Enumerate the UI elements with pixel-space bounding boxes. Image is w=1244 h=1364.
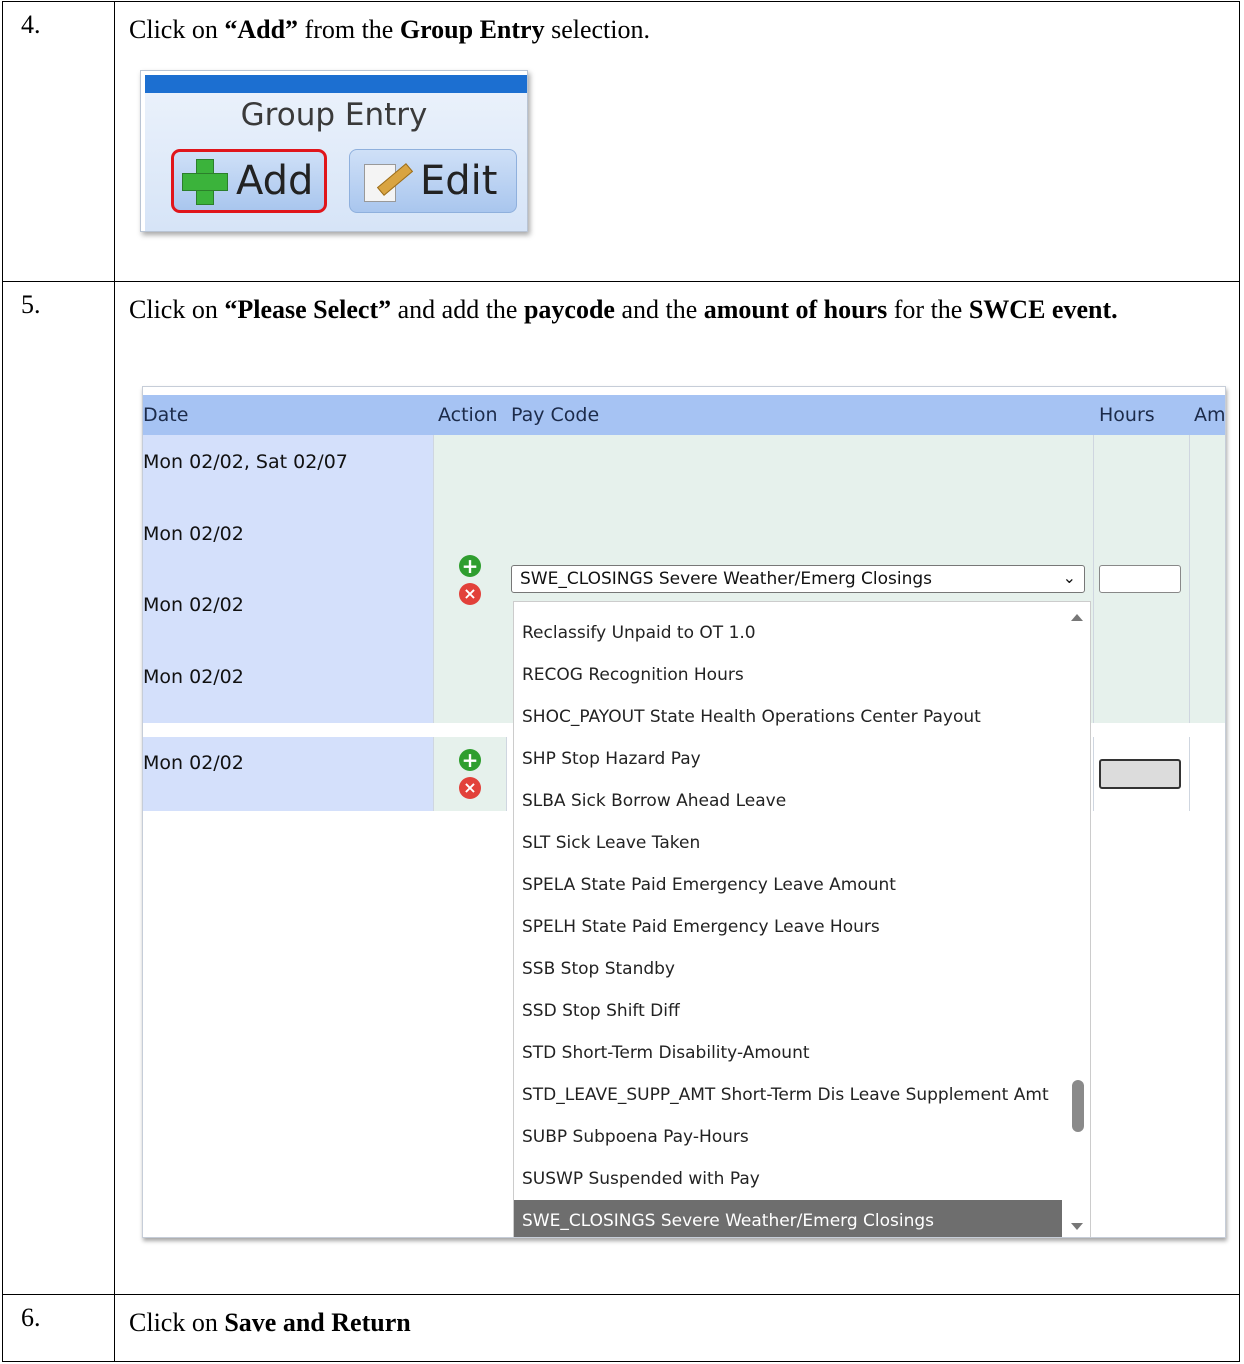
dropdown-option[interactable]: SUBP Subpoena Pay-Hours bbox=[514, 1116, 1062, 1158]
pay-code-value: SWE_CLOSINGS Severe Weather/Emerg Closin… bbox=[520, 569, 933, 589]
step-instruction: Click on “Add” from the Group Entry sele… bbox=[129, 12, 1231, 48]
scroll-down-icon[interactable] bbox=[1071, 1223, 1083, 1230]
remove-row-icon[interactable]: × bbox=[459, 583, 481, 605]
header-action: Action bbox=[438, 404, 498, 426]
step-number: 4. bbox=[3, 2, 115, 281]
dropdown-option[interactable]: STD Short-Term Disability-Amount bbox=[514, 1032, 1062, 1074]
scroll-up-icon[interactable] bbox=[1071, 614, 1083, 621]
date-cell: Mon 02/02 bbox=[143, 666, 244, 688]
dropdown-option[interactable]: RECOG Recognition Hours bbox=[514, 654, 1062, 696]
group-entry-title: Group Entry bbox=[240, 97, 428, 133]
instruction-run: Save and Return bbox=[224, 1308, 411, 1337]
pay-code-select[interactable]: SWE_CLOSINGS Severe Weather/Emerg Closin… bbox=[511, 565, 1085, 593]
instruction-run: Group Entry bbox=[399, 15, 545, 44]
header-pay-code: Pay Code bbox=[511, 404, 600, 426]
header-hours: Hours bbox=[1099, 404, 1155, 426]
add-row-icon[interactable]: + bbox=[459, 555, 481, 577]
pay-code-dropdown[interactable]: Reclassify Unpaid to OT 1.0 RECOG Recogni… bbox=[513, 601, 1091, 1237]
instruction-run: Click on bbox=[129, 15, 225, 44]
edit-label: Edit bbox=[420, 158, 498, 204]
title-bar bbox=[145, 75, 527, 93]
instruction-run: amount of hours bbox=[703, 295, 888, 324]
dropdown-option[interactable]: SWE_CLOSINGS Severe Weather/Emerg Closin… bbox=[514, 1200, 1062, 1237]
plus-icon bbox=[180, 157, 228, 205]
step-instruction: Click on “Please Select” and add the pay… bbox=[129, 292, 1231, 328]
instruction-run: and add the bbox=[391, 295, 524, 324]
add-row-icon[interactable]: + bbox=[459, 749, 481, 771]
header-date: Date bbox=[143, 404, 189, 426]
pay-code-grid: Date Action Pay Code Hours Am Mon 02/02,… bbox=[142, 386, 1226, 1238]
dropdown-option[interactable]: SPELH State Paid Emergency Leave Hours bbox=[514, 906, 1062, 948]
instruction-run: selection. bbox=[544, 15, 650, 44]
instruction-run: “Add” bbox=[224, 15, 299, 44]
header-amount: Am bbox=[1194, 404, 1226, 426]
dropdown-option[interactable]: SLT Sick Leave Taken bbox=[514, 822, 1062, 864]
instruction-run: paycode bbox=[523, 295, 615, 324]
dropdown-option[interactable]: SUSWP Suspended with Pay bbox=[514, 1158, 1062, 1200]
instruction-run: and the bbox=[614, 295, 704, 324]
edit-icon bbox=[362, 158, 414, 204]
hours-input[interactable] bbox=[1099, 565, 1181, 593]
dropdown-option[interactable]: SSB Stop Standby bbox=[514, 948, 1062, 990]
grid-header: Date Action Pay Code Hours Am bbox=[143, 395, 1225, 435]
dropdown-option[interactable]: SPELA State Paid Emergency Leave Amount bbox=[514, 864, 1062, 906]
remove-row-icon[interactable]: × bbox=[459, 777, 481, 799]
date-cell: Mon 02/02 bbox=[143, 523, 244, 545]
instruction-run: SWCE event. bbox=[968, 295, 1118, 324]
edit-button[interactable]: Edit bbox=[349, 149, 517, 213]
step-number: 5. bbox=[3, 282, 115, 1294]
date-cell: Mon 02/02 bbox=[143, 752, 244, 774]
step-instruction: Click on Save and Return bbox=[129, 1305, 1231, 1341]
dropdown-option[interactable]: SHP Stop Hazard Pay bbox=[514, 738, 1062, 780]
dropdown-option[interactable]: Reclassify Unpaid to OT 1.0 bbox=[514, 612, 1062, 654]
dropdown-option[interactable]: STD_LEAVE_SUPP_AMT Short-Term Dis Leave … bbox=[514, 1074, 1062, 1116]
dropdown-scrollbar[interactable] bbox=[1062, 602, 1090, 1237]
dropdown-option[interactable]: SHOC_PAYOUT State Health Operations Cent… bbox=[514, 696, 1062, 738]
hours-input-disabled bbox=[1099, 759, 1181, 789]
instruction-run: for the bbox=[887, 295, 969, 324]
step-row-6: 6. Click on Save and Return bbox=[2, 1294, 1240, 1362]
date-cell: Mon 02/02, Sat 02/07 bbox=[143, 451, 348, 473]
group-entry-panel: Group Entry Add Edit bbox=[140, 70, 528, 232]
step-number: 6. bbox=[3, 1295, 115, 1361]
instruction-run: Click on bbox=[129, 1308, 225, 1337]
add-button[interactable]: Add bbox=[171, 149, 327, 213]
dropdown-option[interactable]: SSD Stop Shift Diff bbox=[514, 990, 1062, 1032]
instruction-run: “Please Select” bbox=[224, 295, 392, 324]
dropdown-option[interactable]: SLBA Sick Borrow Ahead Leave bbox=[514, 780, 1062, 822]
date-cell: Mon 02/02 bbox=[143, 594, 244, 616]
instruction-run: Click on bbox=[129, 295, 225, 324]
add-label: Add bbox=[236, 158, 314, 204]
chevron-down-icon: ⌄ bbox=[1062, 568, 1076, 587]
scroll-thumb[interactable] bbox=[1072, 1080, 1084, 1132]
instruction-run: from the bbox=[298, 15, 400, 44]
